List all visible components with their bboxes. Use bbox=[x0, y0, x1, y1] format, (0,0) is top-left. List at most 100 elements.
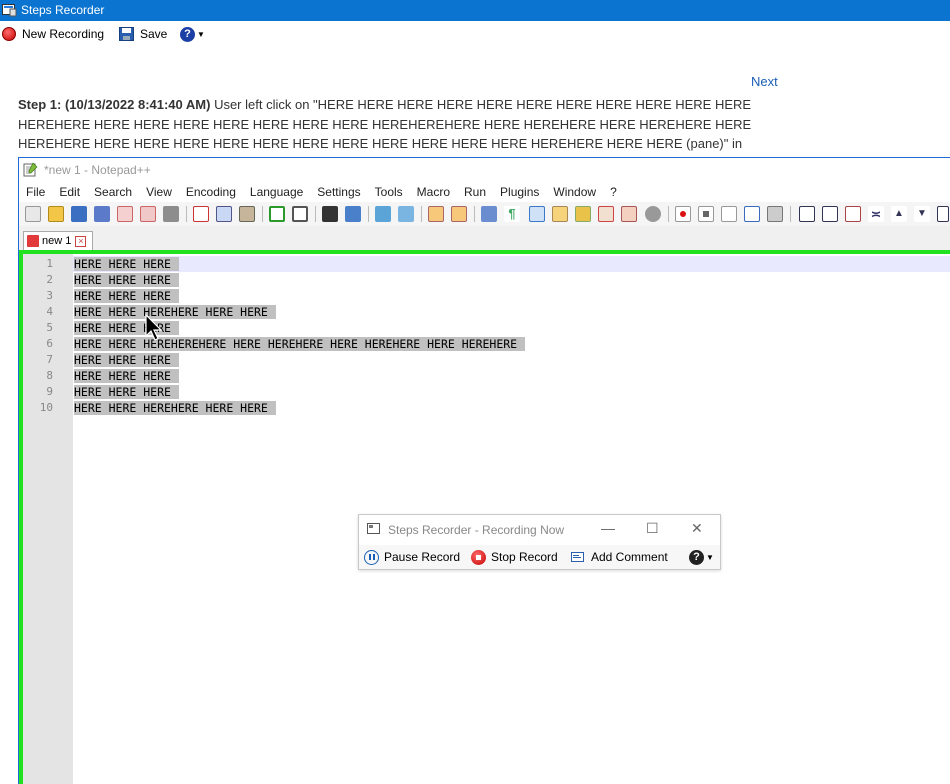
menu-item[interactable]: View bbox=[139, 185, 179, 199]
help-dropdown-button[interactable]: ? ▼ bbox=[180, 24, 205, 44]
close-all-icon[interactable] bbox=[140, 206, 156, 222]
menu-item[interactable]: ? bbox=[603, 185, 624, 199]
pause-record-button[interactable]: Pause Record bbox=[364, 548, 460, 566]
word-wrap-icon[interactable] bbox=[481, 206, 497, 222]
close-button[interactable]: ✕ bbox=[691, 520, 703, 537]
compare-icon[interactable] bbox=[845, 206, 861, 222]
chevron-down-icon: ▼ bbox=[197, 29, 205, 39]
redo-icon[interactable] bbox=[292, 206, 308, 222]
open-file-icon[interactable] bbox=[48, 206, 64, 222]
zoom-in-icon[interactable] bbox=[375, 206, 391, 222]
menu-item[interactable]: Language bbox=[243, 185, 310, 199]
arrow-down-icon[interactable]: ▼ bbox=[914, 206, 930, 222]
screen: Steps Recorder New Recording Save ? ▼ Ne… bbox=[0, 0, 950, 784]
selected-text: HERE HERE HEREHEREHERE HERE HEREHERE HER… bbox=[74, 337, 526, 351]
toolbar-separator bbox=[262, 206, 263, 222]
pause-icon bbox=[364, 549, 379, 565]
menu-item[interactable]: Window bbox=[546, 185, 603, 199]
arrow-up-icon[interactable]: ▲ bbox=[891, 206, 907, 222]
menu-item[interactable]: Edit bbox=[52, 185, 87, 199]
help-icon: ? bbox=[689, 549, 704, 565]
menu-item[interactable]: Plugins bbox=[493, 185, 546, 199]
menu-item[interactable]: Run bbox=[457, 185, 493, 199]
tab-new-1[interactable]: new 1 × bbox=[23, 231, 93, 250]
show-all-chars-icon[interactable]: ¶ bbox=[504, 206, 520, 222]
selected-text: HERE HERE HERE bbox=[74, 353, 179, 367]
line-number: 8 bbox=[46, 369, 53, 382]
minimize-button[interactable]: — bbox=[601, 520, 615, 536]
step-label: Step 1: (10/13/2022 8:41:40 AM) bbox=[18, 97, 211, 112]
find-icon[interactable] bbox=[322, 206, 338, 222]
sync-vertical-icon[interactable] bbox=[428, 206, 444, 222]
recording-now-title: Steps Recorder - Recording Now bbox=[388, 523, 565, 537]
chevron-down-icon: ▼ bbox=[706, 552, 714, 562]
zoom-out-icon[interactable] bbox=[398, 206, 414, 222]
print-icon[interactable] bbox=[163, 206, 179, 222]
macro-play-icon[interactable] bbox=[721, 206, 737, 222]
menu-item[interactable]: Encoding bbox=[179, 185, 243, 199]
function-list-icon[interactable] bbox=[598, 206, 614, 222]
line-number: 5 bbox=[46, 321, 53, 334]
macro-stop-icon[interactable] bbox=[698, 206, 714, 222]
steps-recorder-toolbar: New Recording Save ? ▼ bbox=[0, 24, 950, 44]
doc-map-icon[interactable] bbox=[575, 206, 591, 222]
save-icon[interactable] bbox=[71, 206, 87, 222]
code-line: HERE HERE HERE bbox=[73, 288, 179, 304]
user-lang-icon[interactable] bbox=[552, 206, 568, 222]
add-comment-label: Add Comment bbox=[591, 550, 668, 564]
collapse-icon[interactable]: ≍ bbox=[868, 206, 884, 222]
close-icon[interactable]: × bbox=[75, 235, 87, 247]
steps-recorder-app-icon bbox=[2, 4, 17, 17]
panel-icon[interactable] bbox=[799, 206, 815, 222]
help-dropdown-button[interactable]: ? ▼ bbox=[689, 548, 714, 566]
next-link[interactable]: Next bbox=[751, 74, 778, 89]
selected-text: HERE HERE HERE bbox=[74, 289, 179, 303]
more-tools-icon[interactable] bbox=[937, 206, 949, 222]
steps-recorder-title: Steps Recorder bbox=[21, 3, 105, 17]
indent-guide-icon[interactable] bbox=[529, 206, 545, 222]
maximize-button[interactable]: ☐ bbox=[646, 520, 659, 537]
menu-item[interactable]: Macro bbox=[410, 185, 457, 199]
macro-run-multiple-icon[interactable] bbox=[744, 206, 760, 222]
stop-record-button[interactable]: Stop Record bbox=[471, 548, 558, 566]
line-number: 7 bbox=[46, 353, 53, 366]
selected-text: HERE HERE HERE bbox=[74, 385, 179, 399]
copy-icon[interactable] bbox=[216, 206, 232, 222]
selected-text: HERE HERE HEREHERE HERE HERE bbox=[74, 305, 276, 319]
menu-item[interactable]: Settings bbox=[310, 185, 367, 199]
code-line: HERE HERE HERE bbox=[73, 320, 179, 336]
close-file-icon[interactable] bbox=[117, 206, 133, 222]
stop-icon bbox=[471, 549, 486, 565]
line-number: 10 bbox=[39, 401, 53, 414]
undo-icon[interactable] bbox=[269, 206, 285, 222]
tab-label: new 1 bbox=[42, 235, 72, 247]
code-line: HERE HERE HERE bbox=[73, 352, 179, 368]
toolbar-separator bbox=[186, 206, 187, 222]
selected-text: HERE HERE HERE bbox=[74, 257, 179, 271]
monitoring-icon[interactable] bbox=[645, 206, 661, 222]
paste-icon[interactable] bbox=[239, 206, 255, 222]
cut-icon[interactable] bbox=[193, 206, 209, 222]
selected-text: HERE HERE HERE bbox=[74, 369, 179, 383]
sync-horizontal-icon[interactable] bbox=[451, 206, 467, 222]
save-button[interactable]: Save bbox=[119, 24, 167, 44]
folder-workspace-icon[interactable] bbox=[621, 206, 637, 222]
menu-item[interactable]: Search bbox=[87, 185, 139, 199]
menu-item[interactable]: File bbox=[19, 185, 52, 199]
replace-icon[interactable] bbox=[345, 206, 361, 222]
comment-icon bbox=[571, 551, 584, 562]
menu-item[interactable]: Tools bbox=[368, 185, 410, 199]
notepad-tabbar: new 1 × bbox=[19, 226, 950, 250]
selected-text: HERE HERE HERE bbox=[74, 321, 179, 335]
add-comment-button[interactable]: Add Comment bbox=[571, 548, 668, 566]
macro-record-icon[interactable] bbox=[675, 206, 691, 222]
mouse-cursor-icon bbox=[145, 314, 163, 341]
new-recording-button[interactable]: New Recording bbox=[2, 24, 104, 44]
save-all-icon[interactable] bbox=[94, 206, 110, 222]
split-view-icon[interactable] bbox=[822, 206, 838, 222]
line-number: 2 bbox=[46, 273, 53, 286]
macro-save-icon[interactable] bbox=[767, 206, 783, 222]
line-number: 3 bbox=[46, 289, 53, 302]
new-file-icon[interactable] bbox=[25, 206, 41, 222]
new-recording-label: New Recording bbox=[22, 27, 105, 41]
